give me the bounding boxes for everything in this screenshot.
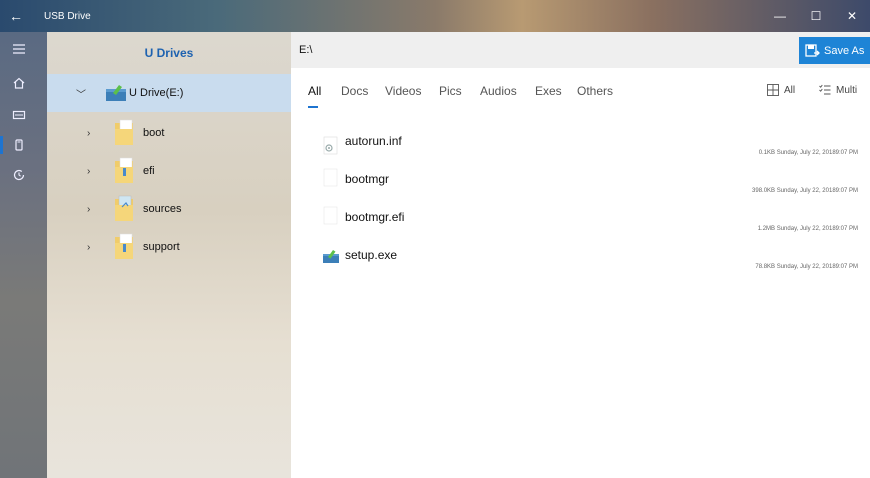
- chevron-right-icon[interactable]: ›: [87, 204, 90, 215]
- tree-item-label: support: [143, 241, 180, 253]
- file-row[interactable]: autorun.inf 0.1KB Sunday, July 22, 20189…: [291, 128, 870, 166]
- folder-icon: [115, 233, 133, 259]
- file-date: Sunday, July 22, 20189:07 PM: [776, 264, 858, 270]
- file-name: setup.exe: [345, 248, 398, 262]
- file-size: 78.8KB: [755, 264, 776, 270]
- usb-drive-nav-item[interactable]: [0, 130, 47, 160]
- tree-item-label: U Drive(E:): [129, 87, 184, 99]
- category-tabs: All Docs Videos Pics Audios Exes Others …: [291, 80, 870, 108]
- grid-icon: [767, 84, 779, 96]
- active-tab-indicator: [308, 106, 318, 108]
- tree-item-support[interactable]: › support: [47, 228, 291, 266]
- multi-select-label: Multi: [836, 84, 858, 96]
- blank-file-icon: [323, 168, 338, 187]
- window-title: USB Drive: [44, 10, 91, 22]
- file-meta: 1.2MB Sunday, July 22, 20189:07 PM: [758, 226, 858, 232]
- tab-pics[interactable]: Pics: [439, 84, 462, 98]
- file-row[interactable]: bootmgr.efi 1.2MB Sunday, July 22, 20189…: [291, 204, 870, 242]
- tab-audios[interactable]: Audios: [480, 84, 517, 98]
- close-button[interactable]: ✕: [834, 0, 870, 32]
- file-row[interactable]: bootmgr 398.0KB Sunday, July 22, 20189:0…: [291, 166, 870, 204]
- back-arrow-icon[interactable]: ←: [0, 0, 32, 32]
- menu-icon[interactable]: [0, 32, 47, 66]
- nav-rail: [0, 32, 47, 478]
- tree-item-label: efi: [143, 165, 155, 177]
- folder-icon: [115, 119, 133, 145]
- file-row[interactable]: setup.exe 78.8KB Sunday, July 22, 20189:…: [291, 242, 870, 280]
- folder-icon: [115, 157, 133, 183]
- file-date: Sunday, July 22, 20189:07 PM: [776, 188, 858, 194]
- select-all-button[interactable]: All: [767, 84, 795, 96]
- file-date: Sunday, July 22, 20189:07 PM: [776, 226, 858, 232]
- storage-icon[interactable]: [0, 100, 47, 130]
- maximize-button[interactable]: ☐: [798, 0, 834, 32]
- file-name: bootmgr.efi: [345, 210, 405, 224]
- settings-file-icon: [323, 136, 338, 155]
- file-meta: 78.8KB Sunday, July 22, 20189:07 PM: [755, 264, 858, 270]
- multi-select-icon: [819, 84, 831, 95]
- file-date: Sunday, July 22, 20189:07 PM: [776, 150, 858, 156]
- tree-item-label: boot: [143, 127, 165, 139]
- folder-icon: [115, 195, 133, 221]
- file-size: 398.0KB: [752, 188, 776, 194]
- tree-item-efi[interactable]: › efi: [47, 152, 291, 190]
- chevron-right-icon[interactable]: ›: [87, 242, 90, 253]
- window-controls: — ☐ ✕: [762, 0, 870, 32]
- tree-item-drive-root[interactable]: ﹀ U Drive(E:): [47, 74, 291, 112]
- tab-docs[interactable]: Docs: [341, 84, 368, 98]
- usb-drive-icon: [106, 85, 126, 101]
- save-as-button[interactable]: Save As: [799, 37, 870, 64]
- history-icon[interactable]: [0, 160, 47, 190]
- chevron-right-icon[interactable]: ›: [87, 128, 90, 139]
- file-size: 0.1KB: [758, 150, 776, 156]
- selection-indicator: [0, 136, 3, 154]
- path-input[interactable]: [299, 40, 789, 60]
- title-bar: ← USB Drive — ☐ ✕: [0, 0, 870, 32]
- path-bar: Save As: [291, 32, 870, 68]
- tab-exes[interactable]: Exes: [535, 84, 562, 98]
- chevron-right-icon[interactable]: ›: [87, 166, 90, 177]
- home-icon[interactable]: [0, 66, 47, 100]
- save-icon: [805, 44, 820, 57]
- file-meta: 0.1KB Sunday, July 22, 20189:07 PM: [759, 150, 858, 156]
- save-as-label: Save As: [824, 44, 865, 57]
- file-name: autorun.inf: [345, 134, 402, 148]
- file-name: bootmgr: [345, 172, 390, 186]
- tree-item-label: sources: [143, 203, 182, 215]
- folder-tree-panel: U Drives ﹀ U Drive(E:) › boot › efi › so…: [47, 32, 291, 478]
- file-meta: 398.0KB Sunday, July 22, 20189:07 PM: [752, 188, 858, 194]
- tree-header: U Drives: [144, 46, 194, 60]
- blank-file-icon: [323, 206, 338, 225]
- file-list-panel: Save As All Docs Videos Pics Audios Exes…: [291, 32, 870, 478]
- file-size: 1.2MB: [757, 226, 776, 232]
- select-all-label: All: [784, 84, 796, 96]
- chevron-down-icon[interactable]: ﹀: [76, 86, 86, 101]
- tab-others[interactable]: Others: [577, 84, 613, 98]
- tree-item-sources[interactable]: › sources: [47, 190, 291, 228]
- usb-icon: [15, 139, 23, 151]
- multi-select-button[interactable]: Multi: [819, 84, 857, 96]
- tree-item-boot[interactable]: › boot: [47, 114, 291, 152]
- minimize-button[interactable]: —: [762, 0, 798, 32]
- tab-videos[interactable]: Videos: [385, 84, 421, 98]
- tab-all[interactable]: All: [308, 84, 321, 98]
- setup-icon: [323, 250, 339, 263]
